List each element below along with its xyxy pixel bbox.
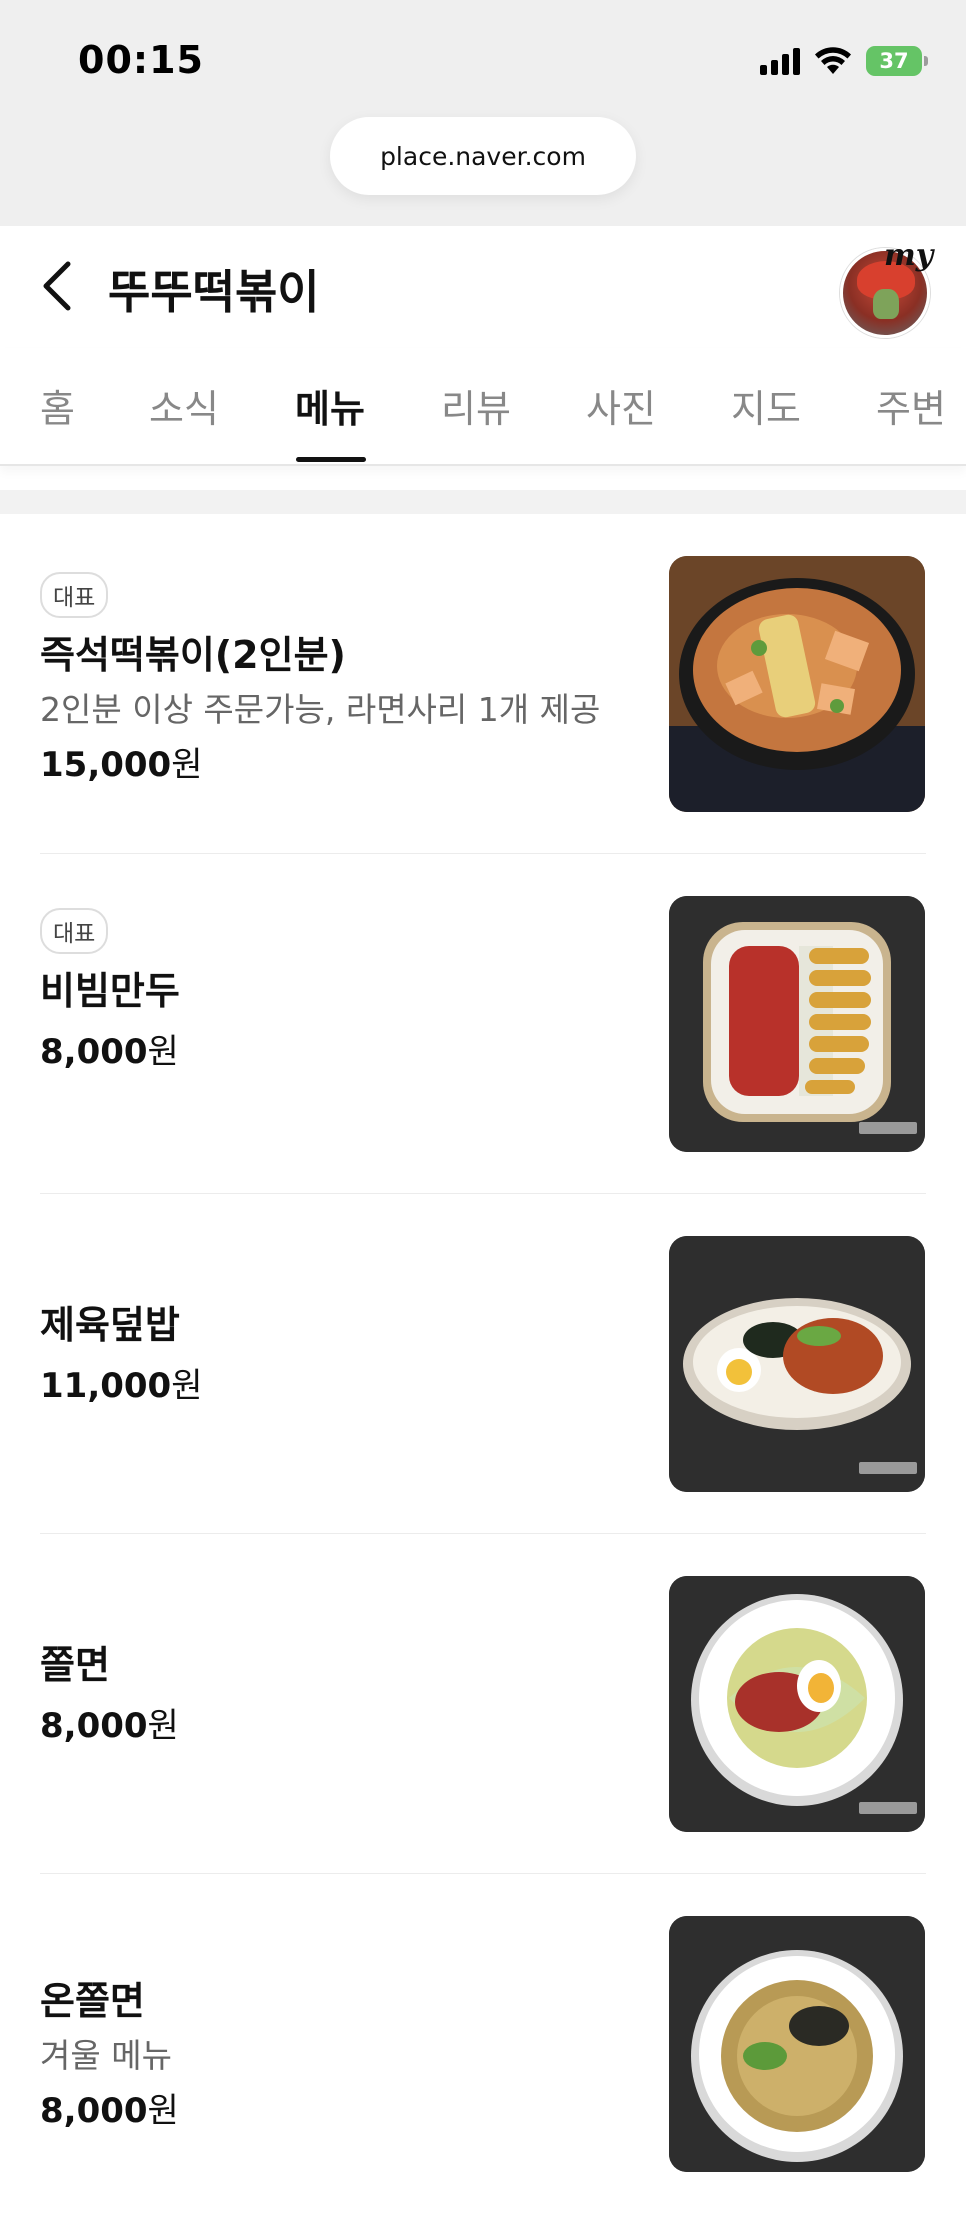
cellular-signal-icon — [760, 47, 800, 75]
menu-item-description: 2인분 이상 주문가능, 라면사리 1개 제공 — [40, 689, 601, 729]
menu-item-name: 비빔만두 — [40, 969, 180, 1013]
menu-item[interactable]: 쫄면 8,000원 — [0, 1534, 966, 1874]
menu-item-image[interactable] — [669, 556, 925, 812]
browser-top-area: 00:15 37 place.naver.com — [0, 0, 966, 226]
tab-review[interactable]: 리뷰 — [441, 378, 511, 433]
menu-item-image[interactable] — [669, 1576, 925, 1832]
menu-item-price: 8,000원 — [40, 1031, 179, 1072]
section-divider — [0, 490, 966, 514]
active-tab-indicator — [296, 457, 366, 462]
tab-nearby[interactable]: 주변 — [876, 378, 946, 433]
menu-item[interactable]: 대표 즉석떡볶이(2인분) 2인분 이상 주문가능, 라면사리 1개 제공 15… — [0, 514, 966, 854]
signature-badge: 대표 — [40, 572, 109, 618]
menu-item-image[interactable] — [669, 1916, 925, 2172]
chevron-left-icon — [43, 261, 71, 311]
menu-item[interactable]: 온쫄면 겨울 메뉴 8,000원 — [0, 1874, 966, 2214]
menu-item[interactable]: 제육덮밥 11,000원 — [0, 1194, 966, 1534]
tab-menu[interactable]: 메뉴 — [295, 378, 365, 433]
menu-item-price: 8,000원 — [40, 2091, 179, 2132]
back-button[interactable] — [36, 256, 80, 316]
my-label: my — [884, 238, 934, 273]
status-time: 00:15 — [78, 38, 204, 82]
url-bar[interactable]: place.naver.com — [330, 117, 636, 195]
tab-photo[interactable]: 사진 — [586, 378, 656, 433]
status-icons: 37 — [760, 44, 928, 78]
menu-item-price: 11,000원 — [40, 1365, 203, 1406]
battery-icon: 37 — [866, 46, 928, 76]
menu-item-price: 8,000원 — [40, 1705, 179, 1746]
battery-level: 37 — [879, 49, 909, 73]
place-header: 뚜뚜떡볶이 — [0, 226, 966, 348]
menu-item-name: 쫄면 — [40, 1643, 110, 1687]
menu-item[interactable]: 대표 비빔만두 8,000원 — [0, 854, 966, 1194]
tab-home[interactable]: 홈 — [40, 378, 75, 433]
tab-news[interactable]: 소식 — [149, 378, 219, 433]
menu-item-name: 즉석떡볶이(2인분) — [40, 633, 346, 677]
url-text: place.naver.com — [380, 141, 586, 171]
tab-bar: 홈 소식 메뉴 리뷰 사진 지도 주변 — [0, 348, 966, 466]
menu-item-description: 겨울 메뉴 — [40, 2035, 172, 2075]
menu-item-price: 15,000원 — [40, 745, 203, 786]
signature-badge: 대표 — [40, 908, 109, 954]
page-title: 뚜뚜떡볶이 — [108, 265, 320, 319]
wifi-icon — [814, 47, 852, 75]
menu-item-image[interactable] — [669, 896, 925, 1152]
tab-map[interactable]: 지도 — [731, 378, 801, 433]
menu-item-image[interactable] — [669, 1236, 925, 1492]
menu-item-name: 온쫄면 — [40, 1979, 145, 2023]
menu-item-name: 제육덮밥 — [40, 1303, 180, 1347]
